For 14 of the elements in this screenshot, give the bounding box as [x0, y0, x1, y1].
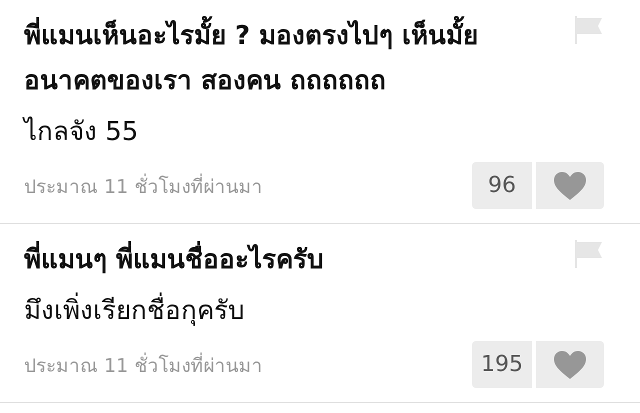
timestamp: ประมาณ 11 ชั่วโมงที่ผ่านมา: [24, 172, 262, 200]
flag-icon[interactable]: [574, 16, 604, 44]
heart-icon: [554, 172, 586, 200]
answer-text: ไกลจัง 55: [24, 116, 140, 149]
heart-icon: [554, 350, 586, 378]
flag-icon[interactable]: [574, 240, 604, 268]
answer-text: มึงเพิ่งเรียกชื่อกุครับ: [24, 291, 604, 331]
like-button[interactable]: [536, 341, 604, 388]
question-text: พี่แมนเห็นอะไรมั้ย ? มองตรงไปๆ เห็นมั้ย อนาคตของเรา สองคน ถถถถถถ: [24, 14, 556, 104]
timestamp: ประมาณ 11 ชั่วโมงที่ผ่านมา: [24, 352, 262, 378]
like-count[interactable]: 96: [472, 162, 532, 209]
question-text: พี่แมนๆ พี่แมนชื่ออะไรครับ: [24, 238, 556, 283]
like-count[interactable]: 195: [472, 341, 532, 388]
like-button[interactable]: [536, 162, 604, 209]
